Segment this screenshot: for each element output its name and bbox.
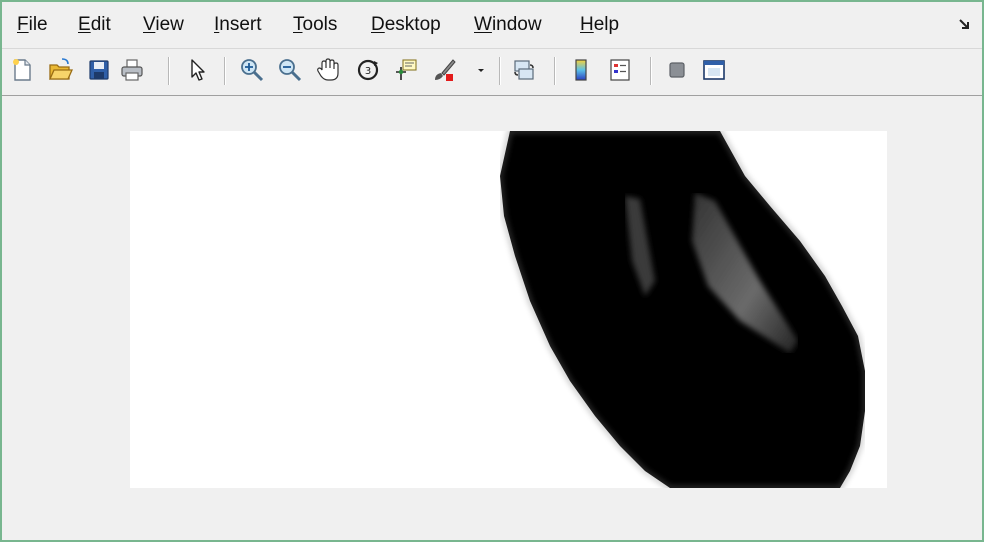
figure-window: File Edit View Insert Tools Desktop Wind… bbox=[0, 0, 984, 542]
toolbar-separator bbox=[650, 57, 652, 85]
figure-toolbar: 3 bbox=[2, 48, 982, 96]
toolbar-separator bbox=[224, 57, 226, 85]
open-file-icon[interactable] bbox=[47, 57, 73, 83]
menu-tools[interactable]: Tools bbox=[293, 14, 337, 36]
new-figure-icon[interactable] bbox=[9, 57, 35, 83]
show-plot-tools-icon[interactable] bbox=[701, 57, 727, 83]
save-icon[interactable] bbox=[86, 57, 112, 83]
toolbar-separator bbox=[168, 57, 170, 85]
brush-dropdown-icon[interactable] bbox=[476, 57, 486, 83]
hide-plot-tools-icon[interactable] bbox=[664, 57, 690, 83]
print-icon[interactable] bbox=[119, 57, 145, 83]
data-cursor-icon[interactable] bbox=[393, 57, 419, 83]
edit-plot-arrow-icon[interactable] bbox=[184, 57, 210, 83]
zoom-out-icon[interactable] bbox=[277, 57, 303, 83]
svg-text:3: 3 bbox=[365, 66, 371, 77]
menu-view[interactable]: View bbox=[143, 14, 184, 36]
dock-arrow-icon[interactable] bbox=[958, 17, 972, 31]
menu-help[interactable]: Help bbox=[580, 14, 619, 36]
figure-axes-image[interactable] bbox=[130, 131, 887, 488]
grayscale-image bbox=[497, 131, 867, 488]
menu-desktop[interactable]: Desktop bbox=[371, 14, 441, 36]
toolbar-separator bbox=[554, 57, 556, 85]
menu-insert[interactable]: Insert bbox=[214, 14, 262, 36]
dark-blob-shape bbox=[500, 131, 865, 488]
legend-icon[interactable] bbox=[607, 57, 633, 83]
link-plot-icon[interactable] bbox=[511, 57, 537, 83]
menu-bar: File Edit View Insert Tools Desktop Wind… bbox=[2, 2, 982, 48]
brush-icon[interactable] bbox=[431, 57, 457, 83]
pan-hand-icon[interactable] bbox=[315, 57, 341, 83]
menu-edit[interactable]: Edit bbox=[78, 14, 111, 36]
menu-file[interactable]: File bbox=[17, 14, 48, 36]
toolbar-separator bbox=[499, 57, 501, 85]
rotate-3d-icon[interactable]: 3 bbox=[355, 57, 381, 83]
colorbar-icon[interactable] bbox=[568, 57, 594, 83]
menu-window[interactable]: Window bbox=[474, 14, 542, 36]
zoom-in-icon[interactable] bbox=[239, 57, 265, 83]
